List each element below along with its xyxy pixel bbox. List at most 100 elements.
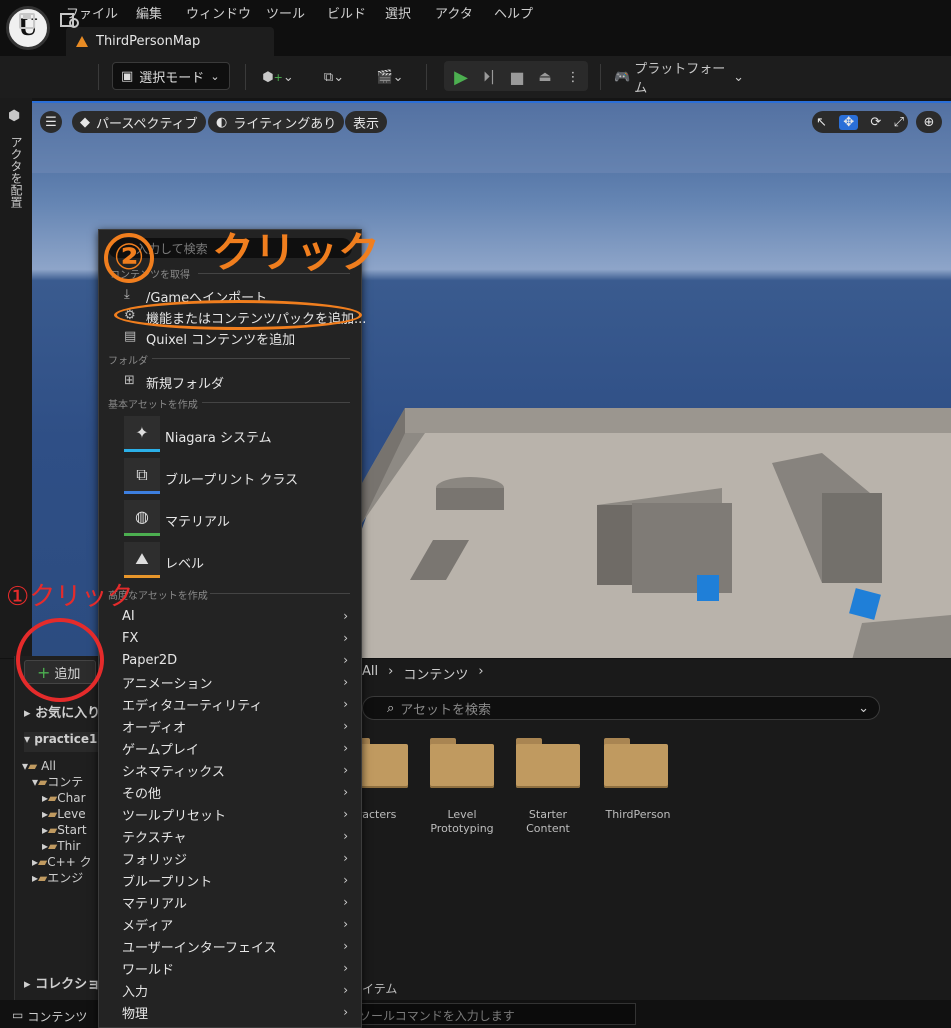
folder-thirdperson[interactable]	[604, 738, 668, 788]
tree-item-third[interactable]: ▸▰Thir	[22, 838, 92, 854]
submenu-fx[interactable]: FX ›	[122, 627, 354, 649]
tree-item-content[interactable]: ▾▰コンテ	[22, 774, 92, 790]
place-actors-label[interactable]: アクタを配置	[8, 136, 25, 208]
select-mode-dropdown[interactable]: ▣ 選択モード ⌄	[112, 62, 230, 90]
menu-tools[interactable]: ツール	[266, 3, 305, 22]
cinematics-icon[interactable]: 🎬⌄	[370, 64, 410, 90]
rotate-tool-icon[interactable]: ⟳	[870, 115, 881, 130]
tree-label: エンジ	[47, 871, 84, 885]
section-header: フォルダ	[108, 356, 148, 367]
favorites-label: お気に入り	[35, 706, 101, 721]
tree-label: Leve	[57, 807, 86, 821]
stop-icon[interactable]: ■	[506, 64, 528, 90]
menu-actor[interactable]: アクタ	[435, 3, 473, 22]
tree-item-characters[interactable]: ▸▰Char	[22, 790, 92, 806]
folder-level-prototyping[interactable]	[430, 738, 494, 788]
chevron-right-icon: ›	[343, 631, 348, 645]
chevron-right-icon: ›	[343, 697, 348, 711]
select-mode-label: 選択モード	[139, 70, 205, 86]
cube-icon: ◆	[80, 114, 90, 130]
lighting-button[interactable]: ◐ ライティングあり	[208, 111, 345, 133]
submenu-texture[interactable]: テクスチャ ›	[122, 825, 354, 847]
more-options-icon[interactable]: ⋮	[562, 64, 584, 90]
favorites-header[interactable]: ▸ お気に入り	[24, 702, 100, 721]
submenu-label: アニメーション	[122, 676, 213, 692]
submenu-foliage[interactable]: フォリッジ ›	[122, 847, 354, 869]
perspective-button[interactable]: ◆ パースペクティブ	[72, 111, 206, 133]
scale-tool-icon[interactable]: ⤢	[894, 115, 904, 130]
menu-window[interactable]: ウィンドウ	[186, 3, 251, 22]
submenu-paper2d[interactable]: Paper2D ›	[122, 649, 354, 671]
material-icon: ◍	[124, 500, 160, 536]
asset-search-input[interactable]: ⌕ アセットを検索 ⌄	[362, 696, 880, 720]
submenu-label: ゲームプレイ	[122, 742, 199, 758]
menu-select[interactable]: 選択	[385, 3, 411, 22]
submenu-gameplay[interactable]: ゲームプレイ ›	[122, 737, 354, 759]
save-icon[interactable]	[14, 8, 40, 34]
place-actors-icon[interactable]: ⬢	[8, 108, 20, 124]
tree-item-all[interactable]: ▾▰ All	[22, 758, 92, 774]
submenu-user-interface[interactable]: ユーザーインターフェイス ›	[122, 935, 354, 957]
section-header: 基本アセットを作成	[108, 400, 198, 411]
project-header[interactable]: ▾ practice1	[24, 732, 100, 752]
tree-item-starter[interactable]: ▸▰Start	[22, 822, 92, 838]
chevron-right-icon: ›	[343, 983, 348, 997]
platform-dropdown[interactable]: 🎮 プラットフォーム ⌄	[614, 62, 744, 96]
blueprint-menu-icon[interactable]: ⧉⌄	[314, 64, 354, 90]
menu-item-material[interactable]: マテリアル	[165, 511, 230, 530]
submenu-blueprint[interactable]: ブループリント ›	[122, 869, 354, 891]
viewport-menu-icon[interactable]: ☰	[40, 111, 62, 133]
chevron-right-icon: ›	[343, 895, 348, 909]
breadcrumb-content[interactable]: コンテンツ	[403, 664, 468, 683]
add-actor-icon[interactable]: ⬢ + ⌄	[258, 64, 298, 90]
chevron-right-icon: ›	[343, 609, 348, 623]
submenu-input[interactable]: 入力 ›	[122, 979, 354, 1001]
menu-item-level[interactable]: レベル	[165, 553, 204, 572]
folder-starter-content[interactable]	[516, 738, 580, 788]
submenu-animation[interactable]: アニメーション ›	[122, 671, 354, 693]
chevron-down-icon: ⌄	[210, 69, 220, 83]
menu-build[interactable]: ビルド	[327, 3, 366, 22]
submenu-tool-presets[interactable]: ツールプリセット ›	[122, 803, 354, 825]
chevron-right-icon: ›	[388, 664, 394, 679]
section-divider	[202, 402, 350, 403]
menu-edit[interactable]: 編集	[136, 3, 162, 22]
move-tool-icon[interactable]: ✥	[839, 114, 859, 130]
menu-item-blueprint-class[interactable]: ブループリント クラス	[165, 469, 298, 488]
content-drawer-button[interactable]: ▭ コンテンツ	[12, 1008, 87, 1025]
chevron-right-icon: ›	[343, 675, 348, 689]
menu-item-quixel[interactable]: Quixel コンテンツを追加	[146, 329, 295, 348]
console-input[interactable]: ソールコマンドを入力します	[350, 1003, 636, 1025]
select-tool-icon[interactable]: ↖	[816, 115, 827, 130]
submenu-physics[interactable]: 物理 ›	[122, 1001, 354, 1023]
eject-icon[interactable]: ⏏	[534, 64, 556, 90]
tab-map-label: ThirdPersonMap	[96, 34, 201, 49]
submenu-cinematics[interactable]: シネマティックス ›	[122, 759, 354, 781]
submenu-material[interactable]: マテリアル ›	[122, 891, 354, 913]
tree-item-engine[interactable]: ▸▰エンジ	[22, 870, 92, 886]
show-button[interactable]: 表示	[345, 111, 388, 133]
chevron-right-icon: ›	[343, 917, 348, 931]
world-local-icon[interactable]: ⊕	[916, 111, 942, 133]
folder-tree: ▾▰ All ▾▰コンテ ▸▰Char ▸▰Leve ▸▰Start ▸▰Thi…	[22, 758, 92, 886]
submenu-ai[interactable]: AI ›	[122, 605, 354, 627]
step-icon[interactable]: ⏵|	[478, 64, 500, 90]
lighting-icon: ◐	[216, 114, 228, 130]
submenu-misc[interactable]: その他 ›	[122, 781, 354, 803]
submenu-media[interactable]: メディア ›	[122, 913, 354, 935]
breadcrumb-all[interactable]: All	[362, 664, 378, 683]
menu-item-niagara[interactable]: Niagara システム	[165, 427, 272, 446]
tree-item-cpp[interactable]: ▸▰C++ ク	[22, 854, 92, 870]
submenu-audio[interactable]: オーディオ ›	[122, 715, 354, 737]
tree-item-level[interactable]: ▸▰Leve	[22, 806, 92, 822]
menu-item-new-folder[interactable]: 新規フォルダ	[146, 373, 224, 392]
submenu-editor-utility[interactable]: エディタユーティリティ ›	[122, 693, 354, 715]
chevron-down-icon[interactable]: ⌄	[858, 701, 879, 716]
submenu-world[interactable]: ワールド ›	[122, 957, 354, 979]
step2-number: ②	[104, 233, 154, 283]
tab-map[interactable]: ThirdPersonMap	[66, 27, 274, 56]
play-icon[interactable]: ▶	[450, 64, 472, 90]
menu-help[interactable]: ヘルプ	[494, 3, 533, 22]
folder-label: Level Prototyping	[430, 808, 494, 835]
content-search-icon[interactable]	[56, 8, 84, 34]
